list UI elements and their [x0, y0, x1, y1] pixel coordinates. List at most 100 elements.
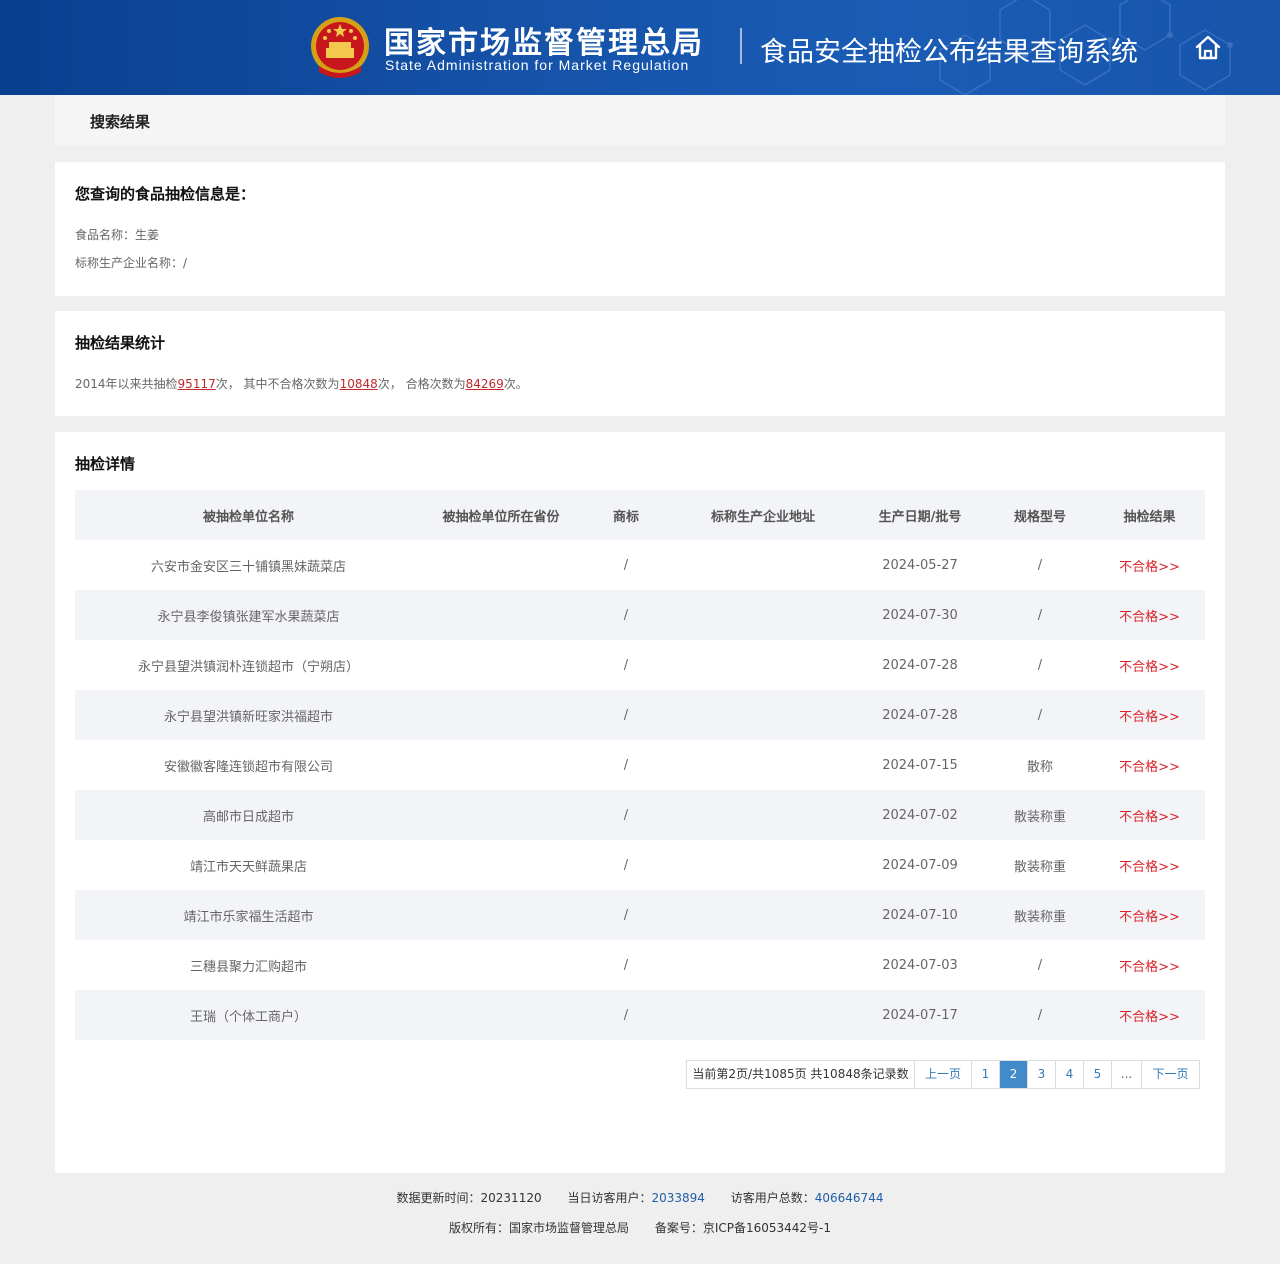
failed-count-link[interactable]: 10848 [340, 377, 378, 391]
total-visitors: 访客用户总数：406646744 [731, 1191, 884, 1205]
cell-province [422, 590, 580, 640]
national-emblem-logo [311, 17, 369, 78]
page-button-3[interactable]: 3 [1027, 1061, 1055, 1088]
cell-unit-name: 永宁县望洪镇润朴连锁超市（宁朔店） [137, 659, 359, 675]
page-button-5[interactable]: 5 [1083, 1061, 1111, 1088]
cell-producer-address [672, 690, 854, 740]
cell-result-link[interactable]: 不合格>> [1094, 540, 1205, 590]
today-visitors: 当日访客用户：2033894 [567, 1191, 704, 1205]
cell-spec: / [1037, 1007, 1043, 1023]
next-page-button[interactable]: 下一页 [1141, 1061, 1199, 1088]
cell-spec: / [1037, 607, 1043, 623]
table-row: 王瑞（个体工商户） / 2024-07-17 / 不合格>> [75, 990, 1205, 1040]
cell-production-date: 2024-07-28 [882, 707, 958, 723]
table-row: 高邮市日成超市 / 2024-07-02 散装称重 不合格>> [75, 790, 1205, 840]
cell-production-date: 2024-07-17 [882, 1007, 958, 1023]
col-production-date: 生产日期/批号 [878, 509, 962, 525]
cell-result-link[interactable]: 不合格>> [1094, 840, 1205, 890]
cell-unit-name: 王瑞（个体工商户） [189, 1009, 307, 1025]
cell-unit-name: 靖江市天天鲜蔬果店 [189, 859, 307, 875]
cell-result-link[interactable]: 不合格>> [1094, 790, 1205, 840]
cell-brand: / [623, 557, 629, 573]
page-button-4[interactable]: 4 [1055, 1061, 1083, 1088]
stats-title: 抽检结果统计 [75, 334, 166, 352]
producer-name: 标称生产企业名称：/ [75, 256, 188, 270]
total-visitors-label: 访客用户总数： [730, 1191, 815, 1205]
cell-province [422, 690, 580, 740]
cell-producer-address [672, 640, 854, 690]
passed-count-link[interactable]: 84269 [466, 377, 504, 391]
table-row: 安徽徽客隆连锁超市有限公司 / 2024-07-15 散称 不合格>> [75, 740, 1205, 790]
table-row: 永宁县望洪镇润朴连锁超市（宁朔店） / 2024-07-28 / 不合格>> [75, 640, 1205, 690]
inspection-table: 被抽检单位名称 被抽检单位所在省份 商标 标称生产企业地址 生产日期/批号 规格… [75, 490, 1205, 1040]
home-icon[interactable] [1194, 34, 1222, 62]
cell-production-date: 2024-07-30 [882, 607, 958, 623]
cell-brand: / [623, 657, 629, 673]
cell-result-link[interactable]: 不合格>> [1094, 640, 1205, 690]
cell-spec: / [1037, 657, 1043, 673]
cell-spec: 散装称重 [1013, 909, 1066, 925]
cell-producer-address [672, 840, 854, 890]
results-header: 搜索结果 [55, 95, 1225, 146]
cell-spec: 散称 [1026, 759, 1053, 775]
cell-province [422, 790, 580, 840]
icp-record[interactable]: 备案号：京ICP备16053442号-1 [655, 1221, 831, 1235]
col-spec: 规格型号 [1013, 509, 1066, 525]
stats-mid1: 次， 其中不合格次数为 [215, 377, 340, 391]
cell-result-link[interactable]: 不合格>> [1094, 990, 1205, 1040]
table-row: 靖江市天天鲜蔬果店 / 2024-07-09 散装称重 不合格>> [75, 840, 1205, 890]
query-info-panel: 您查询的食品抽检信息是： 食品名称：生姜 标称生产企业名称：/ [55, 162, 1225, 296]
stats-panel: 抽检结果统计 2014年以来共抽检95117次， 其中不合格次数为10848次，… [55, 311, 1225, 416]
cell-producer-address [672, 740, 854, 790]
cell-unit-name: 永宁县望洪镇新旺家洪福超市 [163, 709, 333, 725]
pagination: 当前第2页/共1085页 共10848条记录数 上一页 1 2 3 4 5 ..… [686, 1060, 1200, 1089]
cell-unit-name: 三穗县聚力汇购超市 [189, 959, 307, 975]
brand-name-cn: 国家市场监督管理总局 [384, 26, 704, 61]
today-visitors-label: 当日访客用户： [567, 1191, 652, 1205]
cell-result-link[interactable]: 不合格>> [1094, 740, 1205, 790]
cell-producer-address [672, 590, 854, 640]
col-result: 抽检结果 [1123, 509, 1176, 525]
total-count-link[interactable]: 95117 [178, 377, 216, 391]
page-button-1[interactable]: 1 [971, 1061, 999, 1088]
prev-page-button[interactable]: 上一页 [914, 1061, 971, 1088]
query-info-title: 您查询的食品抽检信息是： [75, 185, 256, 203]
cell-producer-address [672, 940, 854, 990]
stats-summary: 2014年以来共抽检95117次， 其中不合格次数为10848次， 合格次数为8… [75, 375, 528, 392]
results-title: 搜索结果 [90, 113, 151, 131]
cell-production-date: 2024-07-28 [882, 657, 958, 673]
cell-result-link[interactable]: 不合格>> [1094, 890, 1205, 940]
table-row: 靖江市乐家福生活超市 / 2024-07-10 散装称重 不合格>> [75, 890, 1205, 940]
cell-unit-name: 六安市金安区三十铺镇黑妹蔬菜店 [150, 559, 346, 575]
cell-brand: / [623, 607, 629, 623]
today-visitors-value: 2033894 [651, 1191, 705, 1205]
cell-producer-address [672, 890, 854, 940]
cell-unit-name: 靖江市乐家福生活超市 [183, 909, 314, 925]
cell-production-date: 2024-07-03 [882, 957, 958, 973]
table-row: 六安市金安区三十铺镇黑妹蔬菜店 / 2024-05-27 / 不合格>> [75, 540, 1205, 590]
cell-spec: / [1037, 707, 1043, 723]
cell-brand: / [623, 807, 629, 823]
col-brand: 商标 [612, 509, 639, 525]
col-unit-name: 被抽检单位名称 [202, 509, 294, 525]
cell-province [422, 640, 580, 690]
col-producer-address: 标称生产企业地址 [710, 509, 815, 525]
cell-production-date: 2024-07-10 [882, 907, 958, 923]
cell-province [422, 540, 580, 590]
cell-brand: / [623, 857, 629, 873]
cell-result-link[interactable]: 不合格>> [1094, 590, 1205, 640]
cell-brand: / [623, 707, 629, 723]
cell-producer-address [672, 540, 854, 590]
cell-production-date: 2024-07-15 [882, 757, 958, 773]
table-row: 永宁县望洪镇新旺家洪福超市 / 2024-07-28 / 不合格>> [75, 690, 1205, 740]
cell-province [422, 990, 580, 1040]
system-title: 食品安全抽检公布结果查询系统 [760, 37, 1138, 68]
site-footer: 数据更新时间：20231120 当日访客用户：2033894 访客用户总数：40… [0, 1190, 1280, 1250]
page-button-2-current[interactable]: 2 [999, 1061, 1027, 1088]
cell-result-link[interactable]: 不合格>> [1094, 940, 1205, 990]
cell-result-link[interactable]: 不合格>> [1094, 690, 1205, 740]
cell-unit-name: 永宁县李俊镇张建军水果蔬菜店 [157, 609, 340, 625]
cell-production-date: 2024-05-27 [882, 557, 958, 573]
detail-title: 抽检详情 [75, 455, 136, 473]
stats-mid2: 次， 合格次数为 [377, 377, 466, 391]
